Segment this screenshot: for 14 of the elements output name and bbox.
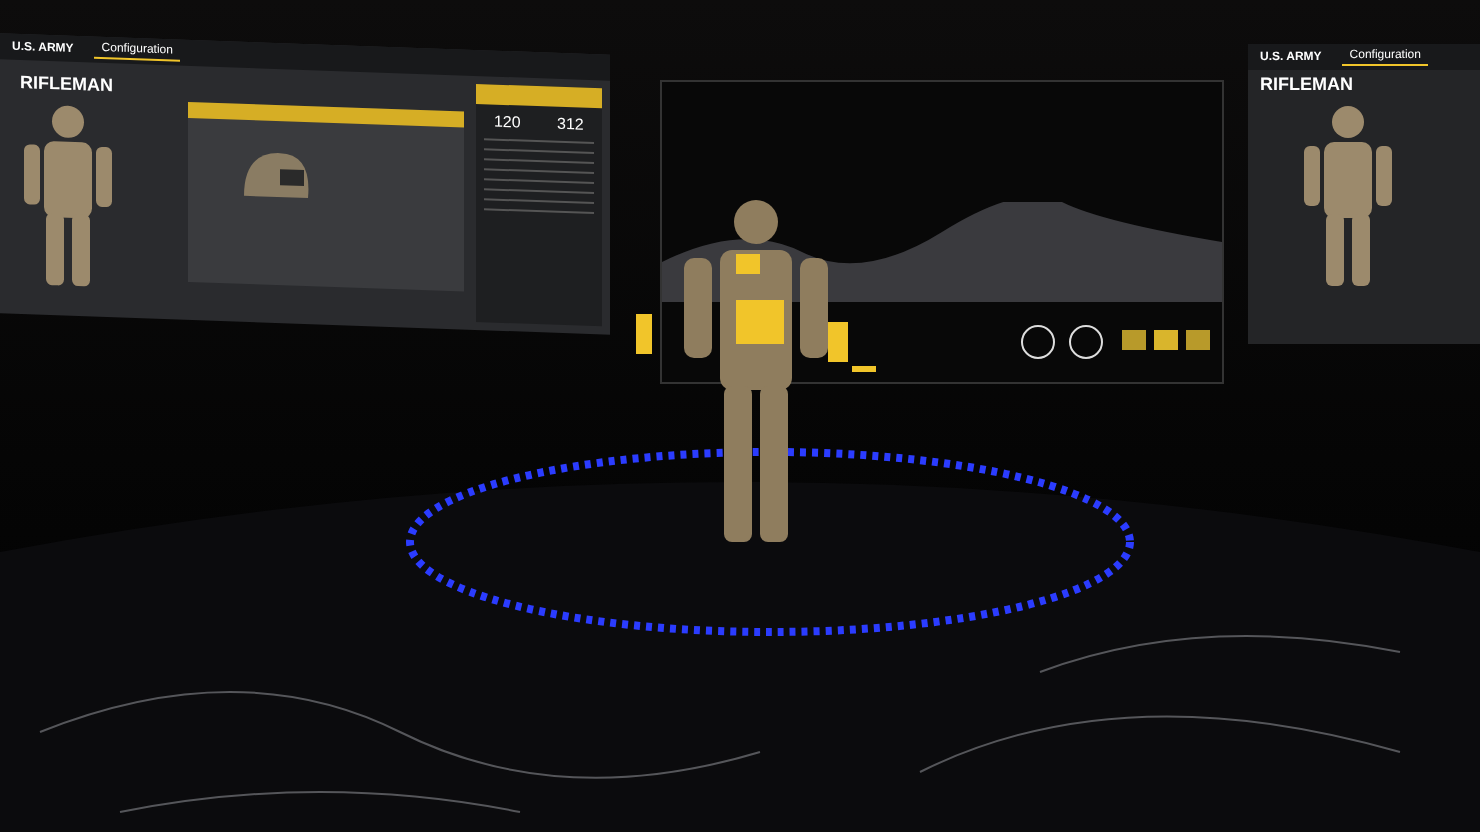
list-row xyxy=(483,188,594,195)
stat-value: 120 xyxy=(493,112,521,132)
control-dials-icon xyxy=(1018,322,1210,362)
stat-value: 312 xyxy=(557,114,584,134)
sidebar-header xyxy=(475,83,602,109)
panel-title: RIFLEMAN xyxy=(18,70,115,100)
list-row xyxy=(483,208,594,215)
list-row xyxy=(483,148,594,155)
list-row xyxy=(483,138,594,145)
list-row xyxy=(483,158,594,165)
list-row xyxy=(483,168,594,175)
list-row xyxy=(483,198,594,205)
panel-title: RIFLEMAN xyxy=(1258,72,1355,98)
list-row xyxy=(483,178,594,185)
